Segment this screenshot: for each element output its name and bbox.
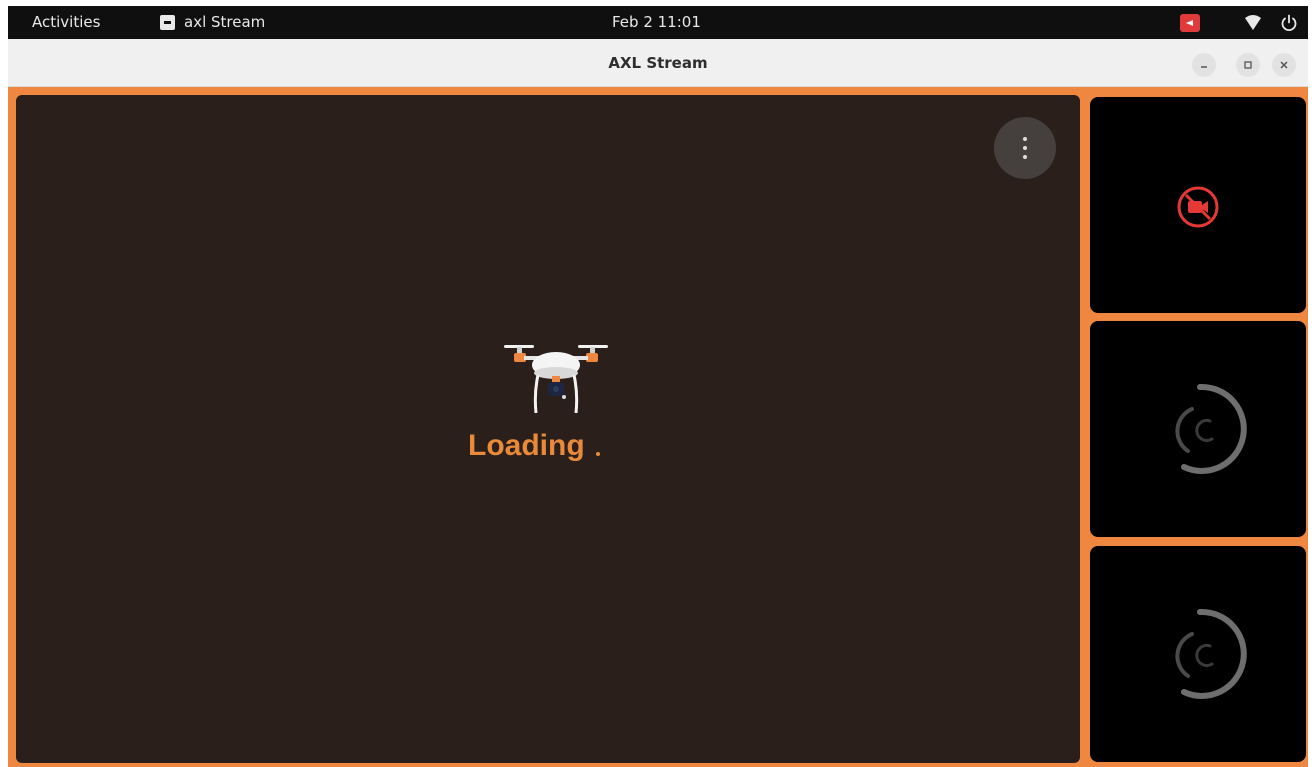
app-notification-icon[interactable] [1180,14,1200,32]
camera-tile-2[interactable] [1090,321,1306,537]
window-title-bar: AXL Stream [8,39,1308,87]
loading-dot [596,452,600,456]
drone-icon [504,345,608,414]
activities-button[interactable]: Activities [32,13,100,31]
system-top-bar: Activities axl Stream Feb 2 11:01 [8,6,1308,39]
video-off-icon [1177,186,1219,228]
minimize-icon [1201,66,1207,68]
more-vertical-icon [1023,137,1027,141]
spinner-icon [1175,608,1247,699]
maximize-icon [1244,61,1252,69]
camera-tile-3[interactable] [1090,546,1306,762]
more-options-button[interactable] [994,117,1056,179]
spinner-icon [1175,383,1247,474]
window-title: AXL Stream [608,54,708,72]
maximize-button[interactable] [1236,53,1260,77]
camera-tile-1[interactable] [1090,97,1306,313]
clock[interactable]: Feb 2 11:01 [612,13,701,31]
app-menu-label: axl Stream [184,13,266,31]
power-icon[interactable] [1280,14,1298,32]
app-menu[interactable]: axl Stream [160,13,265,31]
minimize-button[interactable] [1192,53,1216,77]
wifi-icon[interactable] [1244,15,1262,31]
close-icon [1280,61,1288,69]
app-content: Loading [8,87,1308,767]
main-stream-view[interactable]: Loading [16,95,1080,763]
more-vertical-icon-dot [1023,146,1027,150]
loading-text: Loading [468,429,585,462]
app-window-icon [160,14,175,30]
close-button[interactable] [1272,53,1296,77]
more-vertical-icon-dot [1023,155,1027,159]
